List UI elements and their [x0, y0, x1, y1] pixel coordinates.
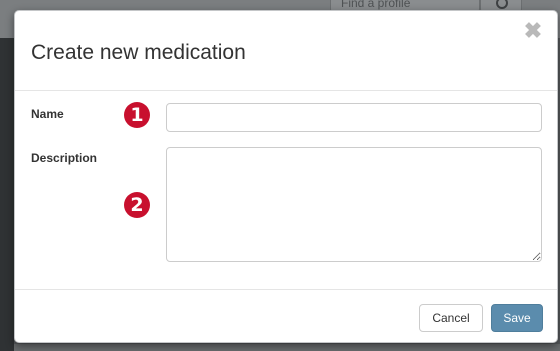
create-medication-dialog: ✖ Create new medication Name 1 Descripti…: [14, 10, 558, 343]
step-marker-1: 1: [124, 102, 150, 128]
name-input[interactable]: [166, 103, 542, 132]
header-divider: [15, 90, 557, 91]
description-textarea[interactable]: [166, 147, 542, 262]
background-sidebar: [0, 38, 14, 351]
save-button[interactable]: Save: [491, 304, 543, 332]
footer-divider: [15, 289, 557, 290]
name-label: Name: [31, 107, 64, 121]
cancel-button[interactable]: Cancel: [419, 304, 483, 332]
close-icon[interactable]: ✖: [521, 19, 545, 43]
description-label: Description: [31, 151, 98, 165]
step-marker-2: 2: [124, 192, 150, 218]
background-footer: [14, 344, 560, 351]
dialog-title: Create new medication: [31, 41, 246, 64]
